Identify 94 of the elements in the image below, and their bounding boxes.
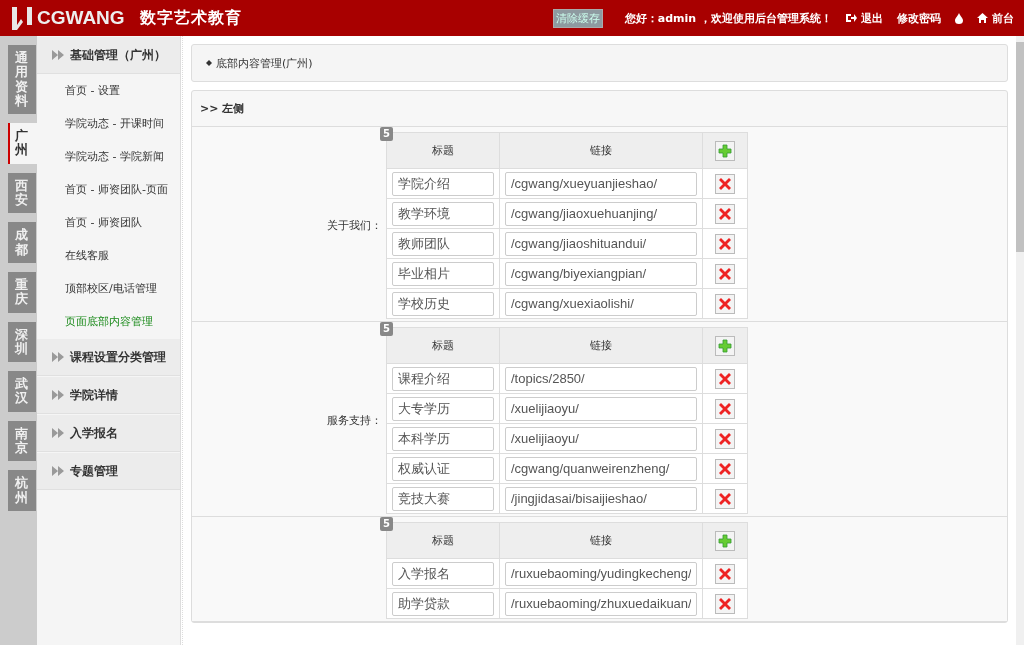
- field-label: 关于我们：: [327, 218, 382, 233]
- menu-item[interactable]: 学院动态 - 开课时间: [37, 107, 180, 140]
- menu-group-header[interactable]: 基础管理（广州）: [37, 37, 180, 74]
- close-icon: [719, 297, 731, 310]
- link-input[interactable]: /cgwang/quanweirenzheng/: [505, 456, 697, 481]
- close-icon: [719, 237, 731, 250]
- link-input[interactable]: /xuelijiaoyu/: [505, 426, 697, 451]
- add-button[interactable]: [715, 140, 735, 161]
- column-header: 链接: [499, 327, 703, 364]
- menu-group-header[interactable]: 学院详情: [37, 377, 180, 414]
- close-icon: [719, 597, 731, 610]
- delete-button[interactable]: [715, 293, 735, 314]
- field-label: 服务支持：: [327, 413, 382, 428]
- close-icon: [719, 492, 731, 505]
- menu-item[interactable]: 首页 - 师资团队: [37, 206, 180, 239]
- delete-button[interactable]: [715, 488, 735, 509]
- title-input[interactable]: 本科学历: [392, 426, 494, 451]
- plus-icon: [718, 533, 732, 548]
- delete-button[interactable]: [715, 173, 735, 194]
- link-input[interactable]: /cgwang/jiaoxuehuanjing/: [505, 201, 697, 226]
- link-input[interactable]: /xuelijiaoyu/: [505, 396, 697, 421]
- title-input[interactable]: 教学环境: [392, 201, 494, 226]
- delete-button[interactable]: [715, 233, 735, 254]
- close-icon: [719, 207, 731, 220]
- menu-group-header[interactable]: 专题管理: [37, 453, 180, 490]
- plus-icon: [718, 143, 732, 158]
- brand-name: 数字艺术教育: [139, 7, 242, 29]
- add-button[interactable]: [715, 335, 735, 356]
- logo-text: CGWANG: [37, 7, 125, 29]
- delete-button[interactable]: [715, 263, 735, 284]
- logo-icon: [10, 5, 34, 31]
- double-arrow-icon: [52, 50, 64, 60]
- double-arrow-icon: [52, 466, 64, 476]
- close-icon: [719, 462, 731, 475]
- menu-group-header[interactable]: 课程设置分类管理: [37, 339, 180, 376]
- home-icon: [977, 13, 988, 23]
- delete-button[interactable]: [715, 563, 735, 584]
- title-input[interactable]: 入学报名: [392, 561, 494, 586]
- menu-item[interactable]: 顶部校区/电话管理: [37, 272, 180, 305]
- menu-group-header[interactable]: 入学报名: [37, 415, 180, 452]
- menu-item[interactable]: 首页 - 师资团队-页面: [37, 173, 180, 206]
- delete-button[interactable]: [715, 428, 735, 449]
- link-input[interactable]: /jingjidasai/bisaijieshao/: [505, 486, 697, 511]
- title-input[interactable]: 大专学历: [392, 396, 494, 421]
- delete-button[interactable]: [715, 458, 735, 479]
- menu-item[interactable]: 在线客服: [37, 239, 180, 272]
- title-input[interactable]: 毕业相片: [392, 261, 494, 286]
- title-input[interactable]: 权威认证: [392, 456, 494, 481]
- menu-item[interactable]: 首页 - 设置: [37, 74, 180, 107]
- close-icon: [719, 372, 731, 385]
- count-badge: 5: [380, 517, 393, 531]
- title-input[interactable]: 教师团队: [392, 231, 494, 256]
- delete-button[interactable]: [715, 203, 735, 224]
- double-arrow-icon: [52, 352, 64, 362]
- breadcrumb-text: 底部内容管理(广州): [216, 55, 313, 71]
- link-input[interactable]: /ruxuebaoming/zhuxuedaikuan/: [505, 591, 697, 616]
- column-header: 链接: [499, 132, 703, 169]
- link-input[interactable]: /cgwang/xueyuanjieshao/: [505, 171, 697, 196]
- close-icon: [719, 267, 731, 280]
- home-link[interactable]: 前台: [977, 10, 1014, 26]
- scrollbar[interactable]: [1016, 36, 1024, 645]
- change-password-link[interactable]: 修改密码: [897, 10, 941, 26]
- column-header: 链接: [499, 522, 703, 559]
- count-badge: 5: [380, 322, 393, 336]
- close-icon: [719, 177, 731, 190]
- diamond-icon: [206, 60, 212, 66]
- close-icon: [719, 432, 731, 445]
- title-input[interactable]: 助学贷款: [392, 591, 494, 616]
- menu-item[interactable]: 页面底部内容管理: [37, 305, 180, 338]
- title-input[interactable]: 学院介绍: [392, 171, 494, 196]
- link-input[interactable]: /topics/2850/: [505, 366, 697, 391]
- title-input[interactable]: 学校历史: [392, 291, 494, 316]
- close-icon: [719, 402, 731, 415]
- title-input[interactable]: 竞技大赛: [392, 486, 494, 511]
- logout-icon: [846, 13, 857, 23]
- delete-button[interactable]: [715, 593, 735, 614]
- add-button[interactable]: [715, 530, 735, 551]
- link-input[interactable]: /cgwang/biyexiangpian/: [505, 261, 697, 286]
- menu-item[interactable]: 学院动态 - 学院新闻: [37, 140, 180, 173]
- logout-link[interactable]: 退出: [846, 10, 883, 26]
- delete-button[interactable]: [715, 368, 735, 389]
- plus-icon: [718, 338, 732, 353]
- title-input[interactable]: 课程介绍: [392, 366, 494, 391]
- double-arrow-icon: [52, 390, 64, 400]
- link-input[interactable]: /cgwang/xuexiaolishi/: [505, 291, 697, 316]
- link-input[interactable]: /ruxuebaoming/yudingkecheng/: [505, 561, 697, 586]
- close-icon: [719, 567, 731, 580]
- greeting-text: 您好：admin ，欢迎使用后台管理系统！: [624, 10, 832, 26]
- drop-icon[interactable]: [955, 12, 963, 24]
- count-badge: 5: [380, 127, 393, 141]
- double-arrow-icon: [52, 428, 64, 438]
- delete-button[interactable]: [715, 398, 735, 419]
- link-input[interactable]: /cgwang/jiaoshituandui/: [505, 231, 697, 256]
- city-tab[interactable]: 广州: [8, 123, 37, 164]
